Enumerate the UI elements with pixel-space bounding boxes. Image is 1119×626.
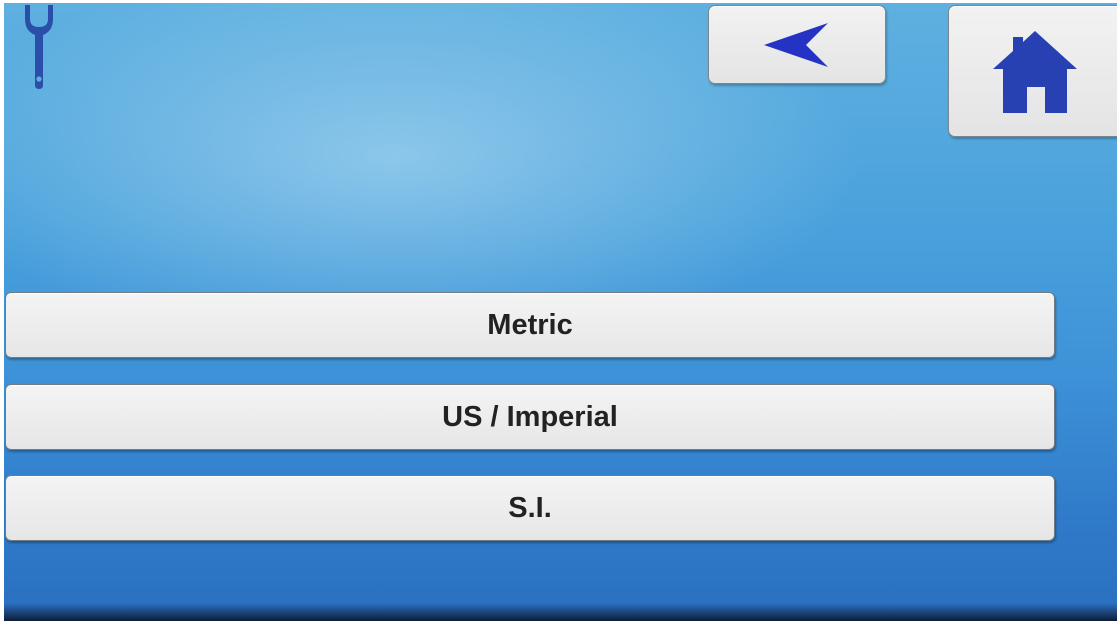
wrench-icon [25, 5, 53, 89]
home-icon [993, 31, 1077, 113]
si-button-label: S.I. [508, 491, 552, 524]
metric-button-label: Metric [487, 308, 573, 341]
unit-selection-screen: Metric US / Imperial S.I. [4, 3, 1117, 621]
si-button[interactable]: S.I. [5, 475, 1055, 541]
back-button[interactable] [708, 5, 886, 84]
us-imperial-button[interactable]: US / Imperial [5, 384, 1055, 450]
home-button[interactable] [948, 5, 1117, 137]
back-arrow-icon [764, 22, 828, 67]
metric-button[interactable]: Metric [5, 292, 1055, 358]
us-imperial-button-label: US / Imperial [442, 400, 618, 433]
